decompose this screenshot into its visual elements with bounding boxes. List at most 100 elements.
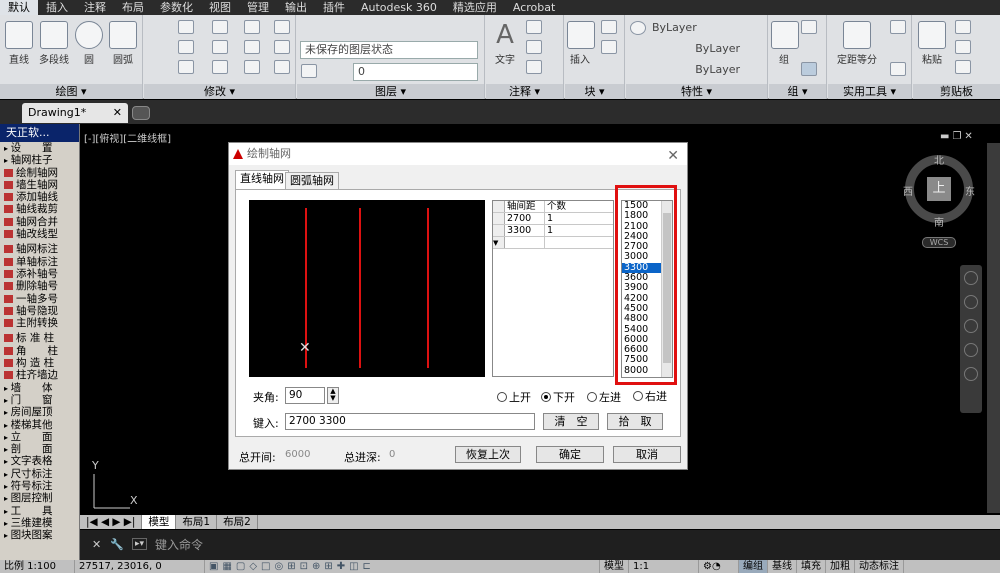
radio-bottom-open[interactable]: 下开 xyxy=(541,389,575,405)
orbit-icon[interactable] xyxy=(964,343,978,357)
palette-group[interactable]: ▸ 房间屋顶 xyxy=(0,406,79,418)
ungroup-icon[interactable] xyxy=(801,20,817,34)
cmd-history-icon[interactable]: ▸▾ xyxy=(132,538,148,550)
properties-panel-title[interactable]: 特性 ▾ xyxy=(626,84,767,99)
match-clip-icon[interactable] xyxy=(955,60,971,74)
ribbon-tab[interactable]: 参数化 xyxy=(152,0,201,15)
palette-group[interactable]: ▸ 剖 面 xyxy=(0,443,79,455)
match-properties-icon[interactable] xyxy=(630,21,646,35)
ribbon-tab[interactable]: 默认 xyxy=(0,0,38,15)
palette-item[interactable]: 添加轴线 xyxy=(0,191,79,203)
cut-icon[interactable] xyxy=(955,20,971,34)
palette-group[interactable]: ▸ 设 置 xyxy=(0,142,79,154)
palette-item[interactable]: 删除轴号 xyxy=(0,280,79,292)
palette-group[interactable]: ▸ 轴网柱子 xyxy=(0,154,79,166)
close-cmd-icon[interactable]: ✕ xyxy=(92,538,101,551)
spacing-input[interactable]: 2700 3300 xyxy=(285,413,535,430)
palette-item[interactable]: 轴网标注 xyxy=(0,243,79,255)
mirror-icon[interactable] xyxy=(212,40,228,54)
palette-group[interactable]: ▸ 图层控制 xyxy=(0,492,79,504)
linetype-combo[interactable]: ByLayer xyxy=(648,41,760,59)
rotate-icon[interactable] xyxy=(212,20,228,34)
quick-select-icon[interactable] xyxy=(890,62,906,76)
radio-left-depth[interactable]: 左进 xyxy=(587,389,621,405)
palette-item[interactable]: 角 柱 xyxy=(0,345,79,357)
table-row-new[interactable]: ▼ xyxy=(493,237,613,249)
radio-right-depth[interactable]: 右进 xyxy=(633,388,667,404)
close-icon[interactable]: ✕ xyxy=(113,103,122,123)
color-combo[interactable]: ByLayer xyxy=(648,20,760,38)
palette-item[interactable]: 轴改线型 xyxy=(0,228,79,240)
toggle-dynamic-dim[interactable]: 动态标注 xyxy=(855,560,904,573)
palette-item[interactable]: 轴网合并 xyxy=(0,216,79,228)
tab-arc-grid[interactable]: 圆弧轴网 xyxy=(285,172,339,189)
clipboard-panel-title[interactable]: 剪贴板 xyxy=(913,84,1000,99)
layer-state-combo[interactable]: 未保存的图层状态 xyxy=(300,41,478,59)
cancel-button[interactable]: 取消 xyxy=(613,446,681,463)
trim-icon[interactable] xyxy=(244,20,260,34)
angle-stepper[interactable]: ▲ ▼ xyxy=(327,387,339,404)
wrench-icon[interactable]: 🔧 xyxy=(110,538,124,551)
fillet-icon[interactable] xyxy=(244,40,260,54)
angle-input[interactable]: 90 xyxy=(285,387,325,404)
spacing-grid[interactable]: 轴间距 个数 2700 1 3300 1 ▼ xyxy=(492,200,614,377)
palette-group[interactable]: ▸ 文字表格 xyxy=(0,455,79,467)
arc-tool[interactable]: 圆弧 xyxy=(106,21,140,66)
table-row[interactable]: 3300 1 xyxy=(493,225,613,237)
erase-icon[interactable] xyxy=(274,20,290,34)
calculator-icon[interactable] xyxy=(890,20,906,34)
ribbon-tab[interactable]: Acrobat xyxy=(505,0,563,15)
toggle-baseline[interactable]: 基线 xyxy=(768,560,797,573)
leader-icon[interactable] xyxy=(526,40,542,54)
palette-item[interactable]: 构 造 柱 xyxy=(0,357,79,369)
palette-group[interactable]: ▸ 工 具 xyxy=(0,505,79,517)
scroll-thumb[interactable] xyxy=(663,213,671,363)
palette-item[interactable]: 单轴标注 xyxy=(0,256,79,268)
ribbon-tab[interactable]: 视图 xyxy=(201,0,239,15)
copy-icon[interactable] xyxy=(178,40,194,54)
stretch-icon[interactable] xyxy=(178,60,194,74)
modify-panel-title[interactable]: 修改 ▾ xyxy=(144,84,295,99)
ribbon-tab[interactable]: Autodesk 360 xyxy=(353,0,445,15)
ribbon-tab[interactable]: 输出 xyxy=(277,0,315,15)
ok-button[interactable]: 确定 xyxy=(536,446,604,463)
text-tool[interactable]: A 文字 xyxy=(490,19,520,66)
workspace-icons[interactable]: ⚙◔ xyxy=(699,560,739,573)
group-tool[interactable]: 组 xyxy=(771,21,799,66)
palette-item[interactable]: 墙生轴网 xyxy=(0,179,79,191)
create-block-icon[interactable] xyxy=(601,20,617,34)
annotation-panel-title[interactable]: 注释 ▾ xyxy=(486,84,563,99)
palette-item[interactable]: 标 准 柱 xyxy=(0,332,79,344)
ribbon-tab[interactable]: 插件 xyxy=(315,0,353,15)
scale-status[interactable]: 比例 1:100 xyxy=(0,560,75,573)
scale-icon[interactable] xyxy=(212,60,228,74)
palette-item[interactable]: 添补轴号 xyxy=(0,268,79,280)
showmotion-icon[interactable] xyxy=(964,367,978,381)
edit-block-icon[interactable] xyxy=(601,40,617,54)
new-tab-button[interactable] xyxy=(132,106,150,120)
palette-item[interactable]: 一轴多号 xyxy=(0,293,79,305)
tab-layout2[interactable]: 布局2 xyxy=(217,515,258,529)
palette-group[interactable]: ▸ 三维建模 xyxy=(0,517,79,529)
explode-icon[interactable] xyxy=(274,40,290,54)
palette-title[interactable]: 天正软... xyxy=(0,124,79,142)
pan-icon[interactable] xyxy=(964,295,978,309)
palette-item[interactable]: 轴线裁剪 xyxy=(0,203,79,215)
measure-tool[interactable]: 定距等分 xyxy=(832,21,882,66)
document-tab[interactable]: Drawing1* ✕ xyxy=(22,103,128,123)
current-layer-combo[interactable]: 0 xyxy=(353,63,478,81)
tab-layout1[interactable]: 布局1 xyxy=(176,515,218,529)
zoom-icon[interactable] xyxy=(964,319,978,333)
palette-group[interactable]: ▸ 楼梯其他 xyxy=(0,419,79,431)
model-space-toggle[interactable]: 模型 xyxy=(600,560,629,573)
palette-item[interactable]: 轴号隐现 xyxy=(0,305,79,317)
polyline-tool[interactable]: 多段线 xyxy=(36,21,72,66)
table-icon[interactable] xyxy=(526,60,542,74)
utilities-panel-title[interactable]: 实用工具 ▾ xyxy=(828,84,911,99)
palette-group[interactable]: ▸ 墙 体 xyxy=(0,382,79,394)
tab-straight-grid[interactable]: 直线轴网 xyxy=(235,170,289,189)
wcs-menu[interactable]: WCS xyxy=(922,237,956,248)
toggle-bold[interactable]: 加粗 xyxy=(826,560,855,573)
group-select-icon[interactable] xyxy=(801,62,817,76)
ribbon-tab[interactable]: 精选应用 xyxy=(445,0,505,15)
